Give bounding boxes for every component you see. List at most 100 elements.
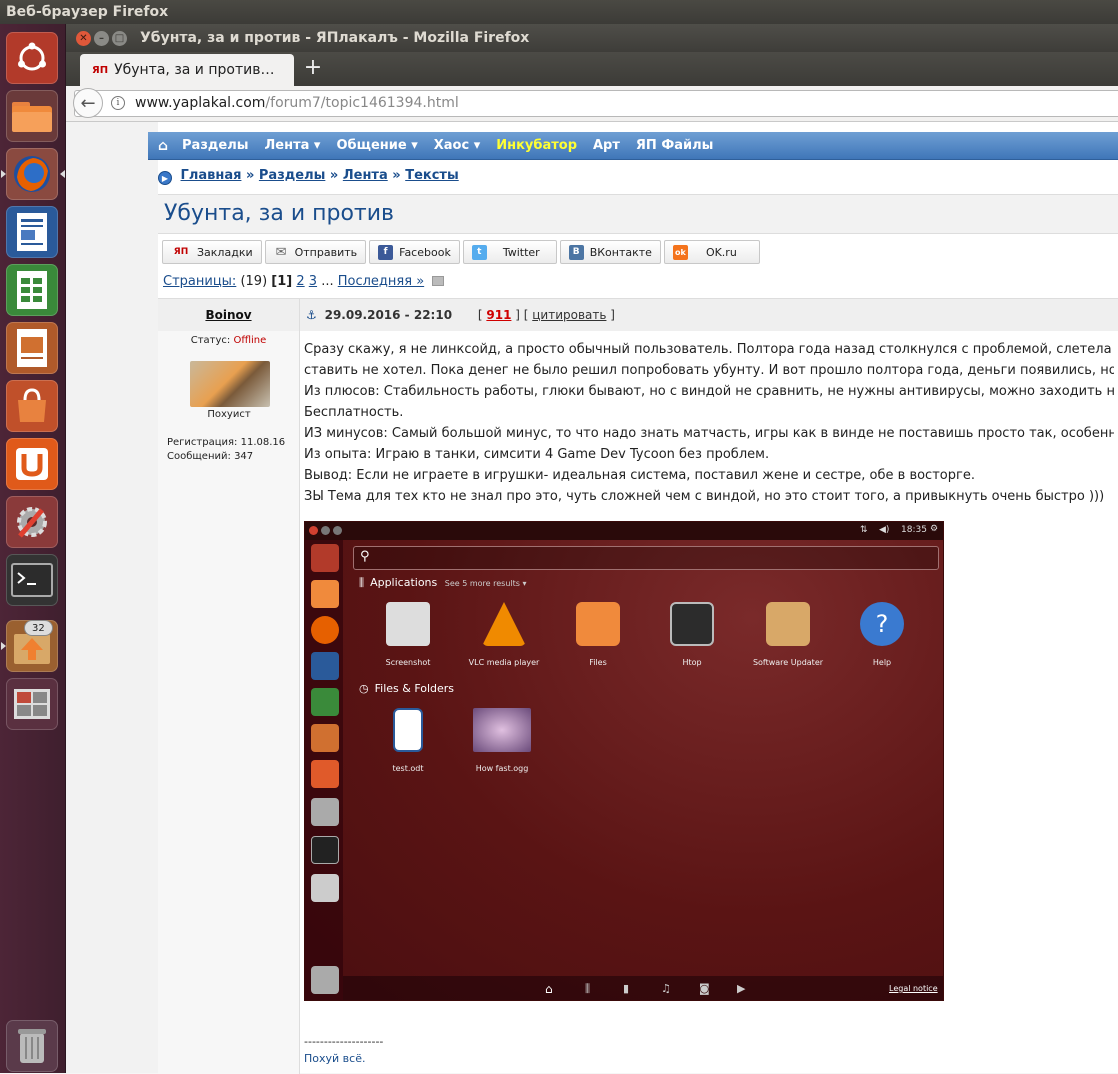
post-author[interactable]: Boinov — [158, 299, 300, 331]
close-icon[interactable]: ✕ — [76, 31, 91, 46]
nav-lenta[interactable]: Лента ▾ — [264, 138, 320, 153]
files-icon[interactable] — [6, 90, 58, 142]
emb-software-icon — [311, 760, 339, 788]
back-arrow-icon[interactable]: ← — [73, 88, 103, 118]
signature: Похуй всё. — [304, 1052, 366, 1065]
terminal-icon[interactable] — [6, 554, 58, 606]
twitter-icon: t — [471, 244, 487, 260]
maximize-icon[interactable]: □ — [112, 31, 127, 46]
page-content: ⌂ Разделы Лента ▾ Общение ▾ Хаос ▾ Инкуб… — [66, 122, 1118, 1074]
emb-apps-heading: ⫼ Applications See 5 more results ▾ — [359, 576, 527, 589]
user-reg-date: 11.08.16 — [240, 437, 286, 448]
bookmarks-button[interactable]: ЯП Закладки — [162, 240, 262, 264]
facebook-button[interactable]: f Facebook — [369, 240, 460, 264]
user-info: Статус: Offline Похуист Регистрация: 11.… — [158, 331, 300, 1074]
emb-workspace-icon — [311, 874, 339, 902]
emb-legal-link: Legal notice — [889, 984, 938, 993]
emb-clock-icon: ◷ — [359, 682, 369, 695]
emb-app-files: Files — [555, 602, 641, 667]
ok-icon: ok — [672, 244, 688, 260]
emb-gear-icon: ⚙ — [930, 524, 939, 534]
site-nav: ⌂ Разделы Лента ▾ Общение ▾ Хаос ▾ Инкуб… — [148, 132, 1118, 160]
home-icon[interactable]: ⌂ — [158, 138, 168, 154]
emb-video-lens-icon: ▶ — [737, 982, 746, 995]
emb-top-panel: ⇅ ◀) 18:35 ⚙ — [305, 522, 943, 540]
page-2-link[interactable]: 2 — [296, 274, 304, 289]
post-line: ИЗ минусов: Самый большой минус, то что … — [304, 426, 1114, 441]
pages-label[interactable]: Страницы: — [163, 274, 236, 289]
firefox-icon[interactable] — [6, 148, 58, 200]
emb-photo-lens-icon: ◙ — [699, 982, 710, 995]
system-settings-icon[interactable] — [6, 496, 58, 548]
libreoffice-writer-icon[interactable] — [6, 206, 58, 258]
embedded-screenshot[interactable]: ⇅ ◀) 18:35 ⚙ ⚲ ⫼ Applications See 5 more… — [304, 521, 944, 1001]
nav-haos[interactable]: Хаос ▾ — [434, 138, 480, 153]
post-rating[interactable]: 911 — [486, 308, 511, 322]
url-host: www.yaplakal.com — [135, 95, 266, 111]
tab-title: Убунта, за и против… — [114, 62, 275, 78]
crumb-teksty[interactable]: Тексты — [405, 168, 459, 183]
url-field[interactable]: ← i www.yaplakal.com/forum7/topic1461394… — [73, 88, 1118, 118]
emb-clock: 18:35 — [901, 525, 927, 535]
emb-apps-icon: ⫼ — [359, 576, 365, 589]
post-line: ставить не хотел. Пока денег не было реш… — [304, 363, 1114, 378]
updater-running-indicator — [1, 642, 6, 650]
nav-razdely[interactable]: Разделы — [182, 138, 248, 153]
user-rank: Похуист — [207, 409, 251, 420]
post-line: Сразу скажу, я не линксойд, а просто обы… — [304, 342, 1114, 357]
emb-lens-bar: ⌂ ⫼ ▮ ♫ ◙ ▶ Legal notice — [343, 976, 943, 1000]
trash-icon[interactable] — [6, 1020, 58, 1072]
vkontakte-button[interactable]: В ВКонтакте — [559, 240, 661, 264]
libreoffice-calc-icon[interactable] — [6, 264, 58, 316]
new-tab-button[interactable]: + — [300, 54, 326, 84]
workspace-switcher-icon[interactable] — [6, 678, 58, 730]
emb-app-htop: Htop — [649, 602, 735, 667]
nav-yap-files[interactable]: ЯП Файлы — [636, 138, 713, 153]
crumb-lenta[interactable]: Лента — [343, 168, 388, 183]
yap-icon: ЯП — [173, 247, 189, 257]
last-page-link[interactable]: Последняя » — [338, 274, 424, 289]
nav-inkubator[interactable]: Инкубатор — [496, 138, 577, 153]
emb-dash-icon — [311, 544, 339, 572]
ubuntu-one-icon[interactable] — [6, 438, 58, 490]
tab-yaplakal[interactable]: ЯП Убунта, за и против… — [80, 54, 294, 86]
page-dropdown-icon[interactable] — [432, 276, 445, 286]
post-header: ⚓ 29.09.2016 - 22:10 [ 911 ] [ цитироват… — [300, 299, 1118, 331]
nav-obshchenie[interactable]: Общение ▾ — [336, 138, 417, 153]
emb-app-vlc: VLC media player — [461, 602, 547, 667]
emb-volume-icon: ◀) — [879, 525, 890, 535]
send-button[interactable]: ✉ Отправить — [264, 240, 367, 264]
post-line: Вывод: Если не играете в игрушки- идеаль… — [304, 468, 975, 483]
nav-toolbar: ← i www.yaplakal.com/forum7/topic1461394… — [66, 86, 1118, 122]
mail-icon: ✉ — [275, 244, 287, 260]
minimize-icon[interactable]: – — [94, 31, 109, 46]
emb-music-lens-icon: ♫ — [661, 982, 671, 995]
emb-apps-lens-icon: ⫼ — [585, 982, 591, 995]
emb-close-icon — [309, 526, 318, 535]
okru-button[interactable]: ok OK.ru — [663, 240, 760, 264]
emb-settings-icon — [311, 798, 339, 826]
twitter-button[interactable]: t Twitter — [462, 240, 557, 264]
emb-file-ogg: How fast.ogg — [459, 708, 545, 773]
quote-link[interactable]: цитировать — [532, 308, 606, 322]
emb-home-lens-icon: ⌂ — [545, 982, 553, 996]
anchor-icon[interactable]: ⚓ — [306, 308, 317, 322]
ubuntu-software-center-icon[interactable] — [6, 380, 58, 432]
breadcrumb: ▶ Главная » Разделы » Лента » Тексты — [158, 168, 459, 185]
site-info-icon[interactable]: i — [111, 96, 125, 110]
page-3-link[interactable]: 3 — [309, 274, 317, 289]
crumb-glavnaya[interactable]: Главная — [181, 168, 242, 183]
dash-home-icon[interactable] — [6, 32, 58, 84]
window-titlebar: ✕ – □ Убунта, за и против - ЯПлакалъ - M… — [66, 24, 1118, 52]
yaplakal-favicon-icon: ЯП — [92, 64, 109, 76]
emb-launcher — [305, 540, 343, 1000]
emb-app-screenshot: Screenshot — [365, 602, 451, 667]
user-status: Offline — [233, 335, 267, 346]
user-avatar — [190, 361, 270, 407]
post-line: Бесплатность. — [304, 405, 404, 420]
tab-strip: ЯП Убунта, за и против… + — [66, 52, 1118, 86]
libreoffice-impress-icon[interactable] — [6, 322, 58, 374]
nav-art[interactable]: Арт — [593, 138, 620, 153]
emb-help-icon: ? — [860, 602, 904, 646]
crumb-razdely[interactable]: Разделы — [259, 168, 325, 183]
